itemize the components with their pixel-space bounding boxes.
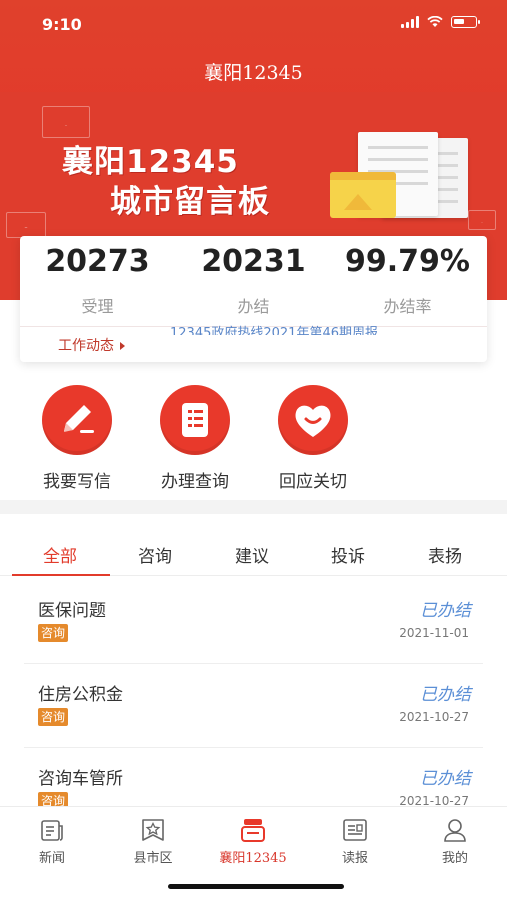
nav-counties[interactable]: 县市区 (103, 817, 203, 866)
list-item[interactable]: 医保问题 咨询 已办结 2021-11-01 (0, 580, 507, 664)
news-ticker[interactable]: 12345政府热线2021年第46期周报 (170, 322, 470, 335)
status-badge: 已办结 (420, 601, 471, 621)
status-badge: 已办结 (420, 769, 471, 789)
newspaper-icon (342, 817, 368, 843)
quick-actions: 我要写信 办理查询 回应关切 (0, 385, 507, 492)
nav-label: 县市区 (133, 851, 173, 866)
news-icon (39, 817, 65, 843)
tab-all[interactable]: 全部 (43, 542, 77, 567)
category-tag: 咨询 (38, 708, 69, 726)
battery-icon (451, 16, 480, 28)
status-query-button[interactable]: 办理查询 (140, 385, 250, 492)
tab-complaint[interactable]: 投诉 (331, 542, 365, 567)
section-divider (0, 500, 507, 514)
active-tab-indicator (12, 574, 110, 576)
status-badge: 已办结 (420, 685, 471, 705)
nav-mine[interactable]: 我的 (405, 817, 505, 866)
wifi-icon (427, 16, 443, 27)
envelope-icon (468, 210, 496, 230)
item-date: 2021-10-27 (399, 710, 469, 724)
nav-read-paper[interactable]: 读报 (305, 817, 405, 866)
work-news-label: 工作动态 (58, 338, 114, 354)
image-file-icon (330, 172, 396, 218)
item-title: 住房公积金 (38, 685, 123, 705)
tab-consult[interactable]: 咨询 (138, 542, 172, 567)
heart-icon (278, 385, 348, 455)
stat-completion-rate: 99.79% 办结率 (330, 244, 485, 317)
banner-title: 襄阳12345 城市留言板 (62, 144, 270, 220)
tab-praise[interactable]: 表扬 (428, 542, 462, 567)
stat-label: 办结率 (383, 297, 432, 316)
tab-suggest[interactable]: 建议 (235, 542, 269, 567)
mailbox-icon (240, 817, 266, 843)
envelope-icon (42, 106, 90, 138)
stat-label: 办结 (237, 297, 270, 316)
item-date: 2021-11-01 (399, 626, 469, 640)
action-label: 办理查询 (161, 472, 229, 492)
nav-label: 读报 (341, 851, 368, 866)
stat-value: 99.79% (345, 244, 470, 279)
caret-right-icon (120, 342, 125, 350)
nav-news[interactable]: 新闻 (2, 817, 102, 866)
item-title: 医保问题 (38, 601, 106, 621)
home-indicator[interactable] (168, 884, 344, 889)
nav-label: 新闻 (38, 851, 65, 866)
stat-accepted: 20273 受理 (20, 244, 175, 317)
category-tabs: 全部 咨询 建议 投诉 表扬 (0, 528, 507, 576)
list-icon (160, 385, 230, 455)
nav-label: 我的 (441, 851, 468, 866)
nav-label: 襄阳12345 (219, 851, 287, 866)
stat-value: 20231 (201, 244, 306, 279)
category-tag: 咨询 (38, 624, 69, 642)
star-icon (140, 817, 166, 843)
action-label: 我要写信 (43, 472, 111, 492)
stat-label: 受理 (81, 297, 114, 316)
list-item[interactable]: 住房公积金 咨询 已办结 2021-10-27 (0, 664, 507, 748)
status-bar: 9:10 (0, 0, 507, 48)
user-icon (442, 817, 468, 843)
write-letter-button[interactable]: 我要写信 (22, 385, 132, 492)
signal-icon (401, 16, 419, 28)
stats-card: 20273 受理 20231 办结 99.79% 办结率 12345政府热线20… (20, 236, 487, 362)
status-icons (401, 16, 480, 28)
response-concern-button[interactable]: 回应关切 (258, 385, 368, 492)
page-title: 襄阳12345 (204, 62, 303, 84)
stat-completed: 20231 办结 (176, 244, 331, 317)
action-label: 回应关切 (279, 472, 347, 492)
work-news-link[interactable]: 工作动态 (58, 335, 125, 355)
status-time: 9:10 (42, 15, 82, 34)
nav-xiangyang-12345[interactable]: 襄阳12345 (203, 817, 303, 866)
pencil-icon (42, 385, 112, 455)
envelope-icon (6, 212, 46, 238)
stat-value: 20273 (45, 244, 150, 279)
item-title: 咨询车管所 (38, 769, 123, 789)
